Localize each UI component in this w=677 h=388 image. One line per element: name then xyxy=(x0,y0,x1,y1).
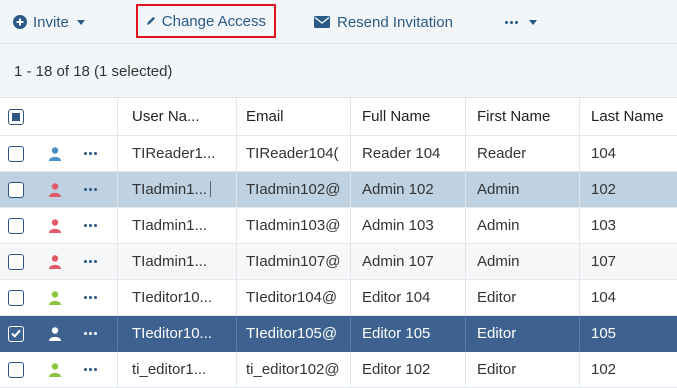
cell-last-name: 102 xyxy=(591,361,617,378)
cell-last-name: 105 xyxy=(591,325,617,342)
ellipsis-icon xyxy=(83,332,97,335)
ellipsis-icon xyxy=(83,224,97,227)
cell-email: TIadmin107@ xyxy=(246,253,341,270)
table-row[interactable]: TIadmin1... TIadmin107@ Admin 107 Admin … xyxy=(0,244,677,280)
cell-email: TIeditor105@ xyxy=(246,325,338,342)
column-header-email[interactable]: Email xyxy=(246,98,346,135)
ellipsis-icon xyxy=(83,296,97,299)
cell-full-name: Editor 105 xyxy=(362,325,431,342)
cell-first-name: Admin xyxy=(477,181,520,198)
row-menu-button[interactable] xyxy=(78,172,102,207)
row-menu-button[interactable] xyxy=(78,244,102,279)
ellipsis-icon xyxy=(83,368,97,371)
table-row[interactable]: TIeditor10... TIeditor105@ Editor 105 Ed… xyxy=(0,316,677,352)
user-icon xyxy=(44,208,66,243)
cell-email: TIeditor104@ xyxy=(246,289,338,306)
change-access-button[interactable]: Change Access xyxy=(136,4,276,38)
row-checkbox[interactable] xyxy=(8,316,36,351)
resend-invitation-button[interactable]: Resend Invitation xyxy=(314,11,453,33)
column-header-username[interactable]: User Na... xyxy=(132,98,234,135)
cell-email: TIReader104( xyxy=(246,145,339,162)
table-header-row: User Na... Email Full Name First Name La… xyxy=(0,98,677,136)
cell-full-name: Admin 102 xyxy=(362,181,434,198)
cell-last-name: 102 xyxy=(591,181,617,198)
column-header-last-name[interactable]: Last Name xyxy=(591,98,677,135)
cell-username: TIadmin1... xyxy=(132,253,208,270)
cell-full-name: Admin 103 xyxy=(362,217,434,234)
cell-full-name: Editor 102 xyxy=(362,361,431,378)
cell-email: TIadmin103@ xyxy=(246,217,341,234)
cell-email: TIadmin102@ xyxy=(246,181,341,198)
cell-first-name: Editor xyxy=(477,325,517,342)
cell-last-name: 104 xyxy=(591,289,617,306)
row-menu-button[interactable] xyxy=(78,352,102,387)
cell-full-name: Editor 104 xyxy=(362,289,431,306)
user-icon xyxy=(44,172,66,207)
ellipsis-icon xyxy=(505,20,518,24)
row-checkbox[interactable] xyxy=(8,208,36,243)
row-checkbox[interactable] xyxy=(8,352,36,387)
cell-full-name: Admin 107 xyxy=(362,253,434,270)
row-menu-button[interactable] xyxy=(78,280,102,315)
resend-invitation-label: Resend Invitation xyxy=(337,13,453,31)
cell-username: TIeditor10... xyxy=(132,289,213,306)
cell-username: TIReader1... xyxy=(132,145,216,162)
ellipsis-icon xyxy=(83,152,97,155)
user-icon xyxy=(44,136,66,171)
cell-username: TIadmin1... xyxy=(132,217,208,234)
cell-email: ti_editor102@ xyxy=(246,361,340,378)
cell-first-name: Editor xyxy=(477,289,517,306)
more-actions-button[interactable] xyxy=(505,11,537,33)
result-count-text: 1 - 18 of 18 (1 selected) xyxy=(14,63,173,80)
row-checkbox[interactable] xyxy=(8,172,36,207)
result-count-bar: 1 - 18 of 18 (1 selected) xyxy=(0,44,677,98)
chevron-down-icon xyxy=(529,19,537,25)
cell-first-name: Admin xyxy=(477,253,520,270)
pencil-icon xyxy=(147,16,156,25)
column-header-full-name[interactable]: Full Name xyxy=(362,98,464,135)
cell-username: TIeditor10... xyxy=(132,325,213,342)
cell-last-name: 107 xyxy=(591,253,617,270)
text-cursor xyxy=(210,181,211,197)
cell-username: TIadmin1... xyxy=(132,181,208,198)
invite-label: Invite xyxy=(33,13,69,31)
table-body: TIReader1... TIReader104( Reader 104 Rea… xyxy=(0,136,677,388)
cell-full-name: Reader 104 xyxy=(362,145,441,162)
envelope-icon xyxy=(314,16,330,28)
table-row[interactable]: TIeditor10... TIeditor104@ Editor 104 Ed… xyxy=(0,280,677,316)
user-icon xyxy=(44,352,66,387)
table-row[interactable]: TIadmin1... TIadmin103@ Admin 103 Admin … xyxy=(0,208,677,244)
cell-username: ti_editor1... xyxy=(132,361,207,378)
row-checkbox[interactable] xyxy=(8,136,36,171)
users-table: User Na... Email Full Name First Name La… xyxy=(0,98,677,388)
user-icon xyxy=(44,244,66,279)
row-checkbox[interactable] xyxy=(8,244,36,279)
user-icon xyxy=(44,280,66,315)
cell-first-name: Reader xyxy=(477,145,527,162)
user-icon xyxy=(44,316,66,351)
table-row[interactable]: ti_editor1... ti_editor102@ Editor 102 E… xyxy=(0,352,677,388)
cell-first-name: Editor xyxy=(477,361,517,378)
cell-last-name: 104 xyxy=(591,145,617,162)
ellipsis-icon xyxy=(83,188,97,191)
toolbar: Invite Change Access Resend Invitation xyxy=(0,0,677,44)
table-row[interactable]: TIadmin1... TIadmin102@ Admin 102 Admin … xyxy=(0,172,677,208)
row-menu-button[interactable] xyxy=(78,136,102,171)
plus-circle-icon xyxy=(13,15,27,29)
chevron-down-icon xyxy=(76,19,85,25)
row-menu-button[interactable] xyxy=(78,208,102,243)
cell-first-name: Admin xyxy=(477,217,520,234)
row-menu-button[interactable] xyxy=(78,316,102,351)
invite-button[interactable]: Invite xyxy=(13,11,85,33)
select-all-checkbox[interactable] xyxy=(8,98,36,135)
change-access-label: Change Access xyxy=(161,12,266,30)
cell-last-name: 103 xyxy=(591,217,617,234)
ellipsis-icon xyxy=(83,260,97,263)
table-row[interactable]: TIReader1... TIReader104( Reader 104 Rea… xyxy=(0,136,677,172)
column-header-first-name[interactable]: First Name xyxy=(477,98,577,135)
row-checkbox[interactable] xyxy=(8,280,36,315)
